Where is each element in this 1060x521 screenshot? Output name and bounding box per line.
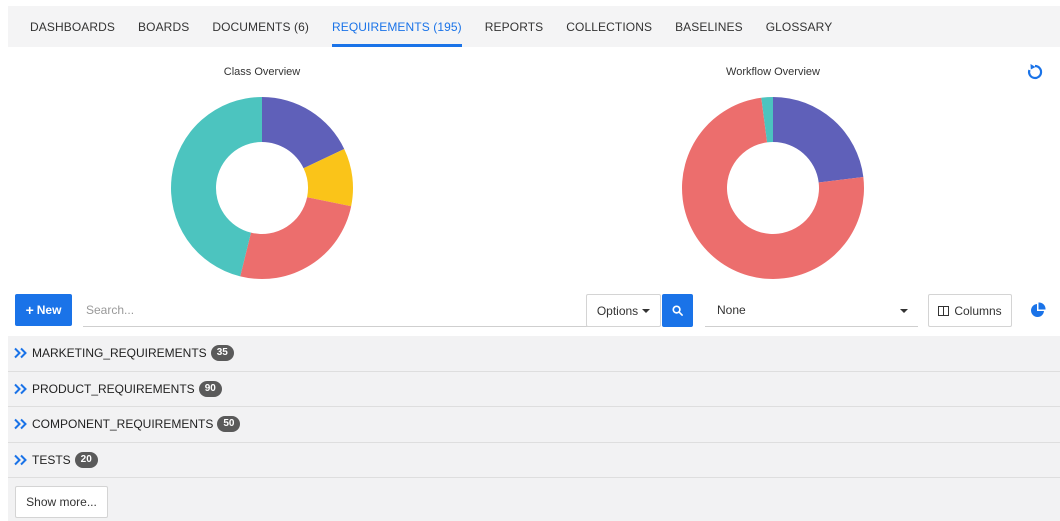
chevron-down-icon	[900, 309, 908, 313]
class-overview-chart	[170, 97, 353, 279]
requirement-groups: MARKETING_REQUIREMENTS 35 PRODUCT_REQUIR…	[8, 336, 1060, 478]
options-dropdown[interactable]: Options	[586, 294, 661, 327]
search-input[interactable]	[83, 294, 589, 327]
group-row-product[interactable]: PRODUCT_REQUIREMENTS 90	[8, 371, 1060, 407]
tab-baselines[interactable]: BASELINES	[675, 6, 743, 47]
group-by-value: None	[717, 303, 746, 317]
group-row-tests[interactable]: TESTS 20	[8, 442, 1060, 478]
group-name: COMPONENT_REQUIREMENTS	[32, 417, 214, 432]
search-button[interactable]	[662, 294, 693, 327]
new-button[interactable]: + New	[15, 294, 72, 326]
group-name: MARKETING_REQUIREMENTS	[32, 346, 207, 361]
toolbar: + New Options None Columns	[15, 294, 1060, 328]
pie-chart-icon[interactable]	[1030, 302, 1046, 318]
new-button-label: New	[36, 303, 62, 317]
class-overview-title: Class Overview	[223, 66, 301, 78]
show-more-button[interactable]: Show more...	[15, 486, 108, 518]
workflow-overview-title: Workflow Overview	[726, 66, 820, 78]
tab-boards[interactable]: BOARDS	[138, 6, 189, 47]
search-icon	[672, 305, 683, 316]
top-nav: DASHBOARDS BOARDS DOCUMENTS (6) REQUIREM…	[8, 6, 1060, 47]
double-chevron-right-icon	[14, 383, 27, 394]
caret-down-icon	[642, 308, 651, 313]
group-by-select[interactable]: None	[705, 294, 918, 327]
double-chevron-right-icon	[14, 419, 27, 430]
double-chevron-right-icon	[14, 348, 27, 359]
columns-icon	[938, 305, 950, 316]
group-name: PRODUCT_REQUIREMENTS	[32, 381, 195, 396]
workflow-overview-chart	[682, 97, 864, 279]
count-badge: 35	[210, 345, 234, 362]
plus-icon: +	[25, 302, 34, 318]
columns-button[interactable]: Columns	[928, 294, 1012, 327]
tab-collections[interactable]: COLLECTIONS	[566, 6, 652, 47]
columns-label: Columns	[954, 303, 1002, 318]
group-row-marketing[interactable]: MARKETING_REQUIREMENTS 35	[8, 336, 1060, 372]
tab-documents[interactable]: DOCUMENTS (6)	[212, 6, 309, 47]
donut-slice[interactable]	[773, 97, 864, 183]
count-badge: 50	[217, 416, 241, 433]
tab-glossary[interactable]: GLOSSARY	[766, 6, 833, 47]
group-row-component[interactable]: COMPONENT_REQUIREMENTS 50	[8, 407, 1060, 443]
group-name: TESTS	[32, 452, 71, 467]
count-badge: 90	[198, 380, 222, 397]
tab-reports[interactable]: REPORTS	[485, 6, 544, 47]
show-more-area: Show more...	[8, 478, 1060, 521]
double-chevron-right-icon	[14, 454, 27, 465]
count-badge: 20	[74, 451, 98, 468]
options-label: Options	[596, 303, 639, 318]
refresh-icon[interactable]	[1026, 63, 1044, 81]
tab-requirements[interactable]: REQUIREMENTS (195)	[331, 6, 462, 47]
tab-dashboards[interactable]: DASHBOARDS	[30, 6, 115, 47]
donut-slice[interactable]	[240, 197, 352, 279]
